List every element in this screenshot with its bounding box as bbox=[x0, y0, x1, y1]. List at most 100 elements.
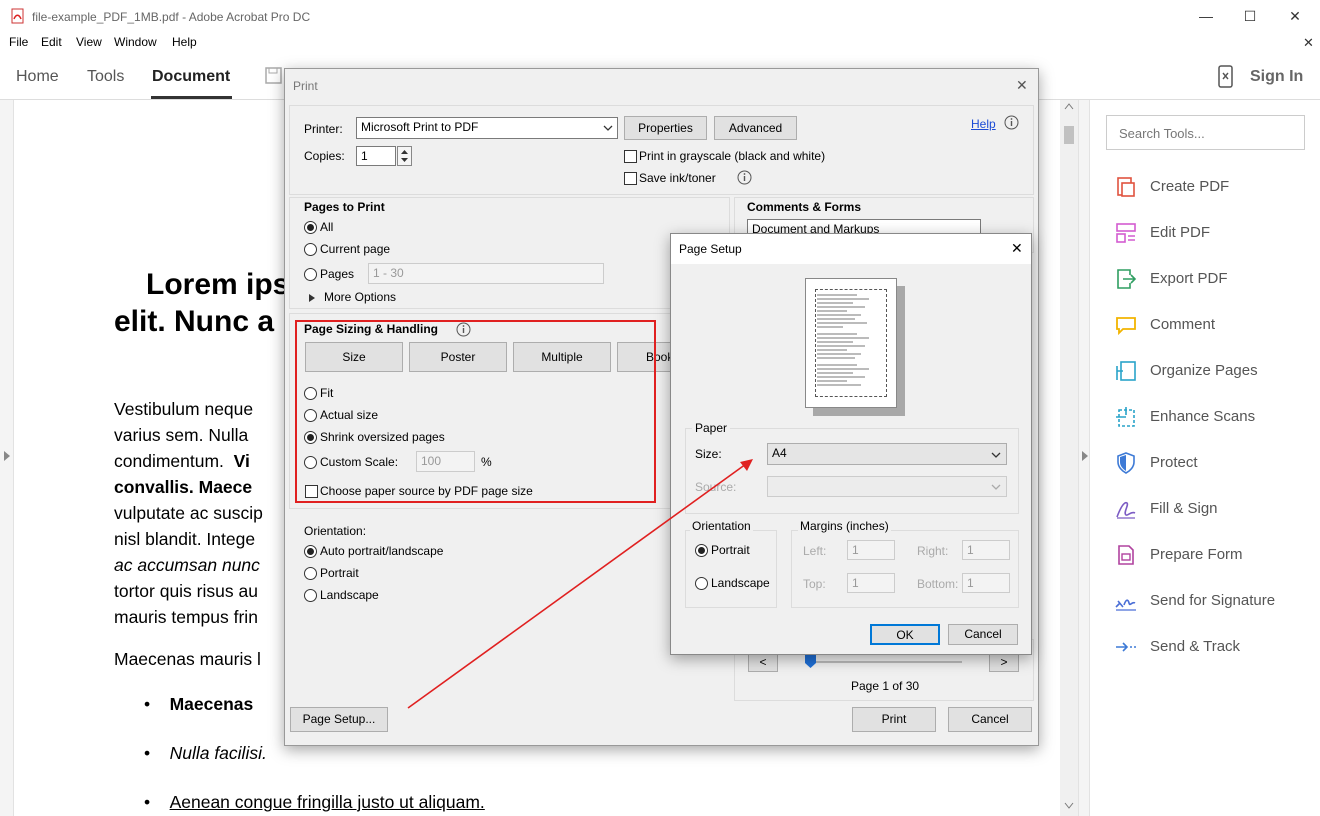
tool-label: Prepare Form bbox=[1150, 546, 1243, 563]
tab-tools[interactable]: Tools bbox=[87, 68, 124, 86]
right-margin-input[interactable]: 1 bbox=[962, 540, 1010, 560]
bottom-margin-input[interactable]: 1 bbox=[962, 573, 1010, 593]
create-pdf-icon bbox=[1117, 177, 1135, 197]
print-button[interactable]: Print bbox=[852, 707, 936, 732]
doc-line: condimentum. Vi bbox=[114, 448, 263, 474]
minimize-button[interactable]: — bbox=[1196, 6, 1216, 26]
help-info-icon[interactable] bbox=[1004, 115, 1019, 130]
next-page-button[interactable]: > bbox=[989, 653, 1019, 672]
left-panel-collapse[interactable] bbox=[0, 100, 14, 816]
page-setup-cancel-button[interactable]: Cancel bbox=[948, 624, 1018, 645]
maximize-button[interactable]: ☐ bbox=[1240, 6, 1260, 26]
page-range-input[interactable]: 1 - 30 bbox=[368, 263, 604, 284]
page-setup-button[interactable]: Page Setup... bbox=[290, 707, 388, 732]
paper-size-select[interactable]: A4 bbox=[767, 443, 1007, 465]
acrobat-file-icon bbox=[11, 8, 24, 24]
doc-text: condimentum. bbox=[114, 451, 224, 471]
scrollbar-thumb[interactable] bbox=[1064, 126, 1074, 144]
list-item-text: Maecenas bbox=[169, 694, 254, 714]
help-link[interactable]: Help bbox=[971, 117, 996, 131]
left-margin-value: 1 bbox=[852, 543, 859, 557]
menu-edit[interactable]: Edit bbox=[41, 35, 62, 49]
vertical-scrollbar[interactable] bbox=[1060, 100, 1078, 816]
scroll-up-icon[interactable] bbox=[1064, 102, 1074, 110]
menu-window[interactable]: Window bbox=[114, 35, 157, 49]
tools-pane: Search Tools... Create PDF Edit PDF Expo… bbox=[1090, 100, 1320, 816]
list-item-link[interactable]: Aenean congue fringilla justo ut aliquam… bbox=[170, 792, 485, 812]
left-margin-input[interactable]: 1 bbox=[847, 540, 895, 560]
menu-help[interactable]: Help bbox=[172, 35, 197, 49]
tool-send-track[interactable]: Send & Track bbox=[1114, 635, 1314, 659]
collapse-right-icon[interactable] bbox=[1081, 450, 1089, 462]
scroll-down-icon[interactable] bbox=[1064, 802, 1074, 810]
paper-source-select[interactable] bbox=[767, 476, 1007, 497]
paper-preview bbox=[805, 278, 897, 408]
tab-home[interactable]: Home bbox=[16, 68, 59, 86]
current-page-radio[interactable] bbox=[304, 243, 317, 256]
advanced-button[interactable]: Advanced bbox=[714, 116, 797, 140]
copies-input[interactable]: 1 bbox=[356, 146, 396, 166]
tool-organize-pages[interactable]: Organize Pages bbox=[1114, 359, 1314, 383]
cancel-print-button[interactable]: Cancel bbox=[948, 707, 1032, 732]
comments-forms-title: Comments & Forms bbox=[747, 200, 862, 214]
tab-document[interactable]: Document bbox=[152, 68, 230, 86]
tool-prepare-form[interactable]: Prepare Form bbox=[1114, 543, 1314, 567]
current-page-label: Current page bbox=[320, 242, 391, 256]
info-icon[interactable] bbox=[737, 170, 752, 185]
properties-button[interactable]: Properties bbox=[624, 116, 707, 140]
page-setup-title: Page Setup bbox=[679, 242, 742, 256]
organize-pages-icon bbox=[1116, 361, 1136, 381]
print-dialog-close-icon[interactable]: ✕ bbox=[1016, 77, 1028, 94]
tool-create-pdf[interactable]: Create PDF bbox=[1114, 175, 1314, 199]
menu-file[interactable]: File bbox=[9, 35, 28, 49]
landscape-radio[interactable] bbox=[304, 589, 317, 602]
ok-button[interactable]: OK bbox=[870, 624, 940, 645]
tool-export-pdf[interactable]: Export PDF bbox=[1114, 267, 1314, 291]
expand-left-icon[interactable] bbox=[3, 450, 11, 462]
sign-in-link[interactable]: Sign In bbox=[1250, 68, 1303, 86]
grayscale-label: Print in grayscale (black and white) bbox=[639, 149, 826, 163]
pages-label: Pages bbox=[320, 267, 355, 281]
print-dialog-title: Print bbox=[293, 79, 318, 93]
search-tools-input[interactable]: Search Tools... bbox=[1106, 115, 1305, 150]
copies-stepper[interactable] bbox=[397, 146, 412, 166]
copies-value: 1 bbox=[361, 149, 368, 163]
printer-label: Printer: bbox=[304, 122, 343, 136]
auto-orientation-radio[interactable] bbox=[304, 545, 317, 558]
more-options-toggle[interactable]: More Options bbox=[324, 290, 396, 304]
expand-arrow-icon[interactable] bbox=[308, 293, 316, 303]
tool-send-for-signature[interactable]: Send for Signature bbox=[1114, 589, 1314, 613]
page-slider-thumb[interactable] bbox=[805, 654, 816, 668]
doc-line: ac accumsan nunc bbox=[114, 555, 260, 575]
all-pages-radio[interactable] bbox=[304, 221, 317, 234]
send-signature-icon bbox=[1115, 599, 1136, 611]
grayscale-checkbox[interactable] bbox=[624, 150, 637, 163]
tool-protect[interactable]: Protect bbox=[1114, 451, 1314, 475]
tool-fill-sign[interactable]: Fill & Sign bbox=[1114, 497, 1314, 521]
right-panel-collapse[interactable] bbox=[1078, 100, 1090, 816]
portrait-radio[interactable] bbox=[304, 567, 317, 580]
doc-line: vulputate ac suscip bbox=[114, 503, 263, 523]
pages-radio[interactable] bbox=[304, 268, 317, 281]
pages-to-print-title: Pages to Print bbox=[304, 200, 385, 214]
active-tab-underline bbox=[151, 96, 232, 99]
doc-line: tortor quis risus au bbox=[114, 581, 258, 601]
margins-group-label: Margins (inches) bbox=[798, 519, 891, 533]
top-margin-input[interactable]: 1 bbox=[847, 573, 895, 593]
save-ink-checkbox[interactable] bbox=[624, 172, 637, 185]
menu-view[interactable]: View bbox=[76, 35, 102, 49]
page-setup-close-icon[interactable]: ✕ bbox=[1011, 240, 1023, 257]
tool-edit-pdf[interactable]: Edit PDF bbox=[1114, 221, 1314, 245]
save-icon[interactable] bbox=[264, 66, 284, 86]
mobile-link-icon[interactable] bbox=[1217, 65, 1235, 89]
close-document-icon[interactable]: ✕ bbox=[1303, 35, 1314, 51]
printer-select[interactable]: Microsoft Print to PDF bbox=[356, 117, 618, 139]
tool-comment[interactable]: Comment bbox=[1114, 313, 1314, 337]
page-slider-track[interactable] bbox=[805, 661, 962, 663]
top-margin-label: Top: bbox=[803, 577, 826, 591]
fill-sign-icon bbox=[1116, 501, 1136, 519]
close-window-button[interactable]: ✕ bbox=[1285, 6, 1305, 26]
orientation-title: Orientation: bbox=[304, 524, 367, 538]
tool-enhance-scans[interactable]: Enhance Scans bbox=[1114, 405, 1314, 429]
title-bar: file-example_PDF_1MB.pdf - Adobe Acrobat… bbox=[0, 0, 1320, 32]
